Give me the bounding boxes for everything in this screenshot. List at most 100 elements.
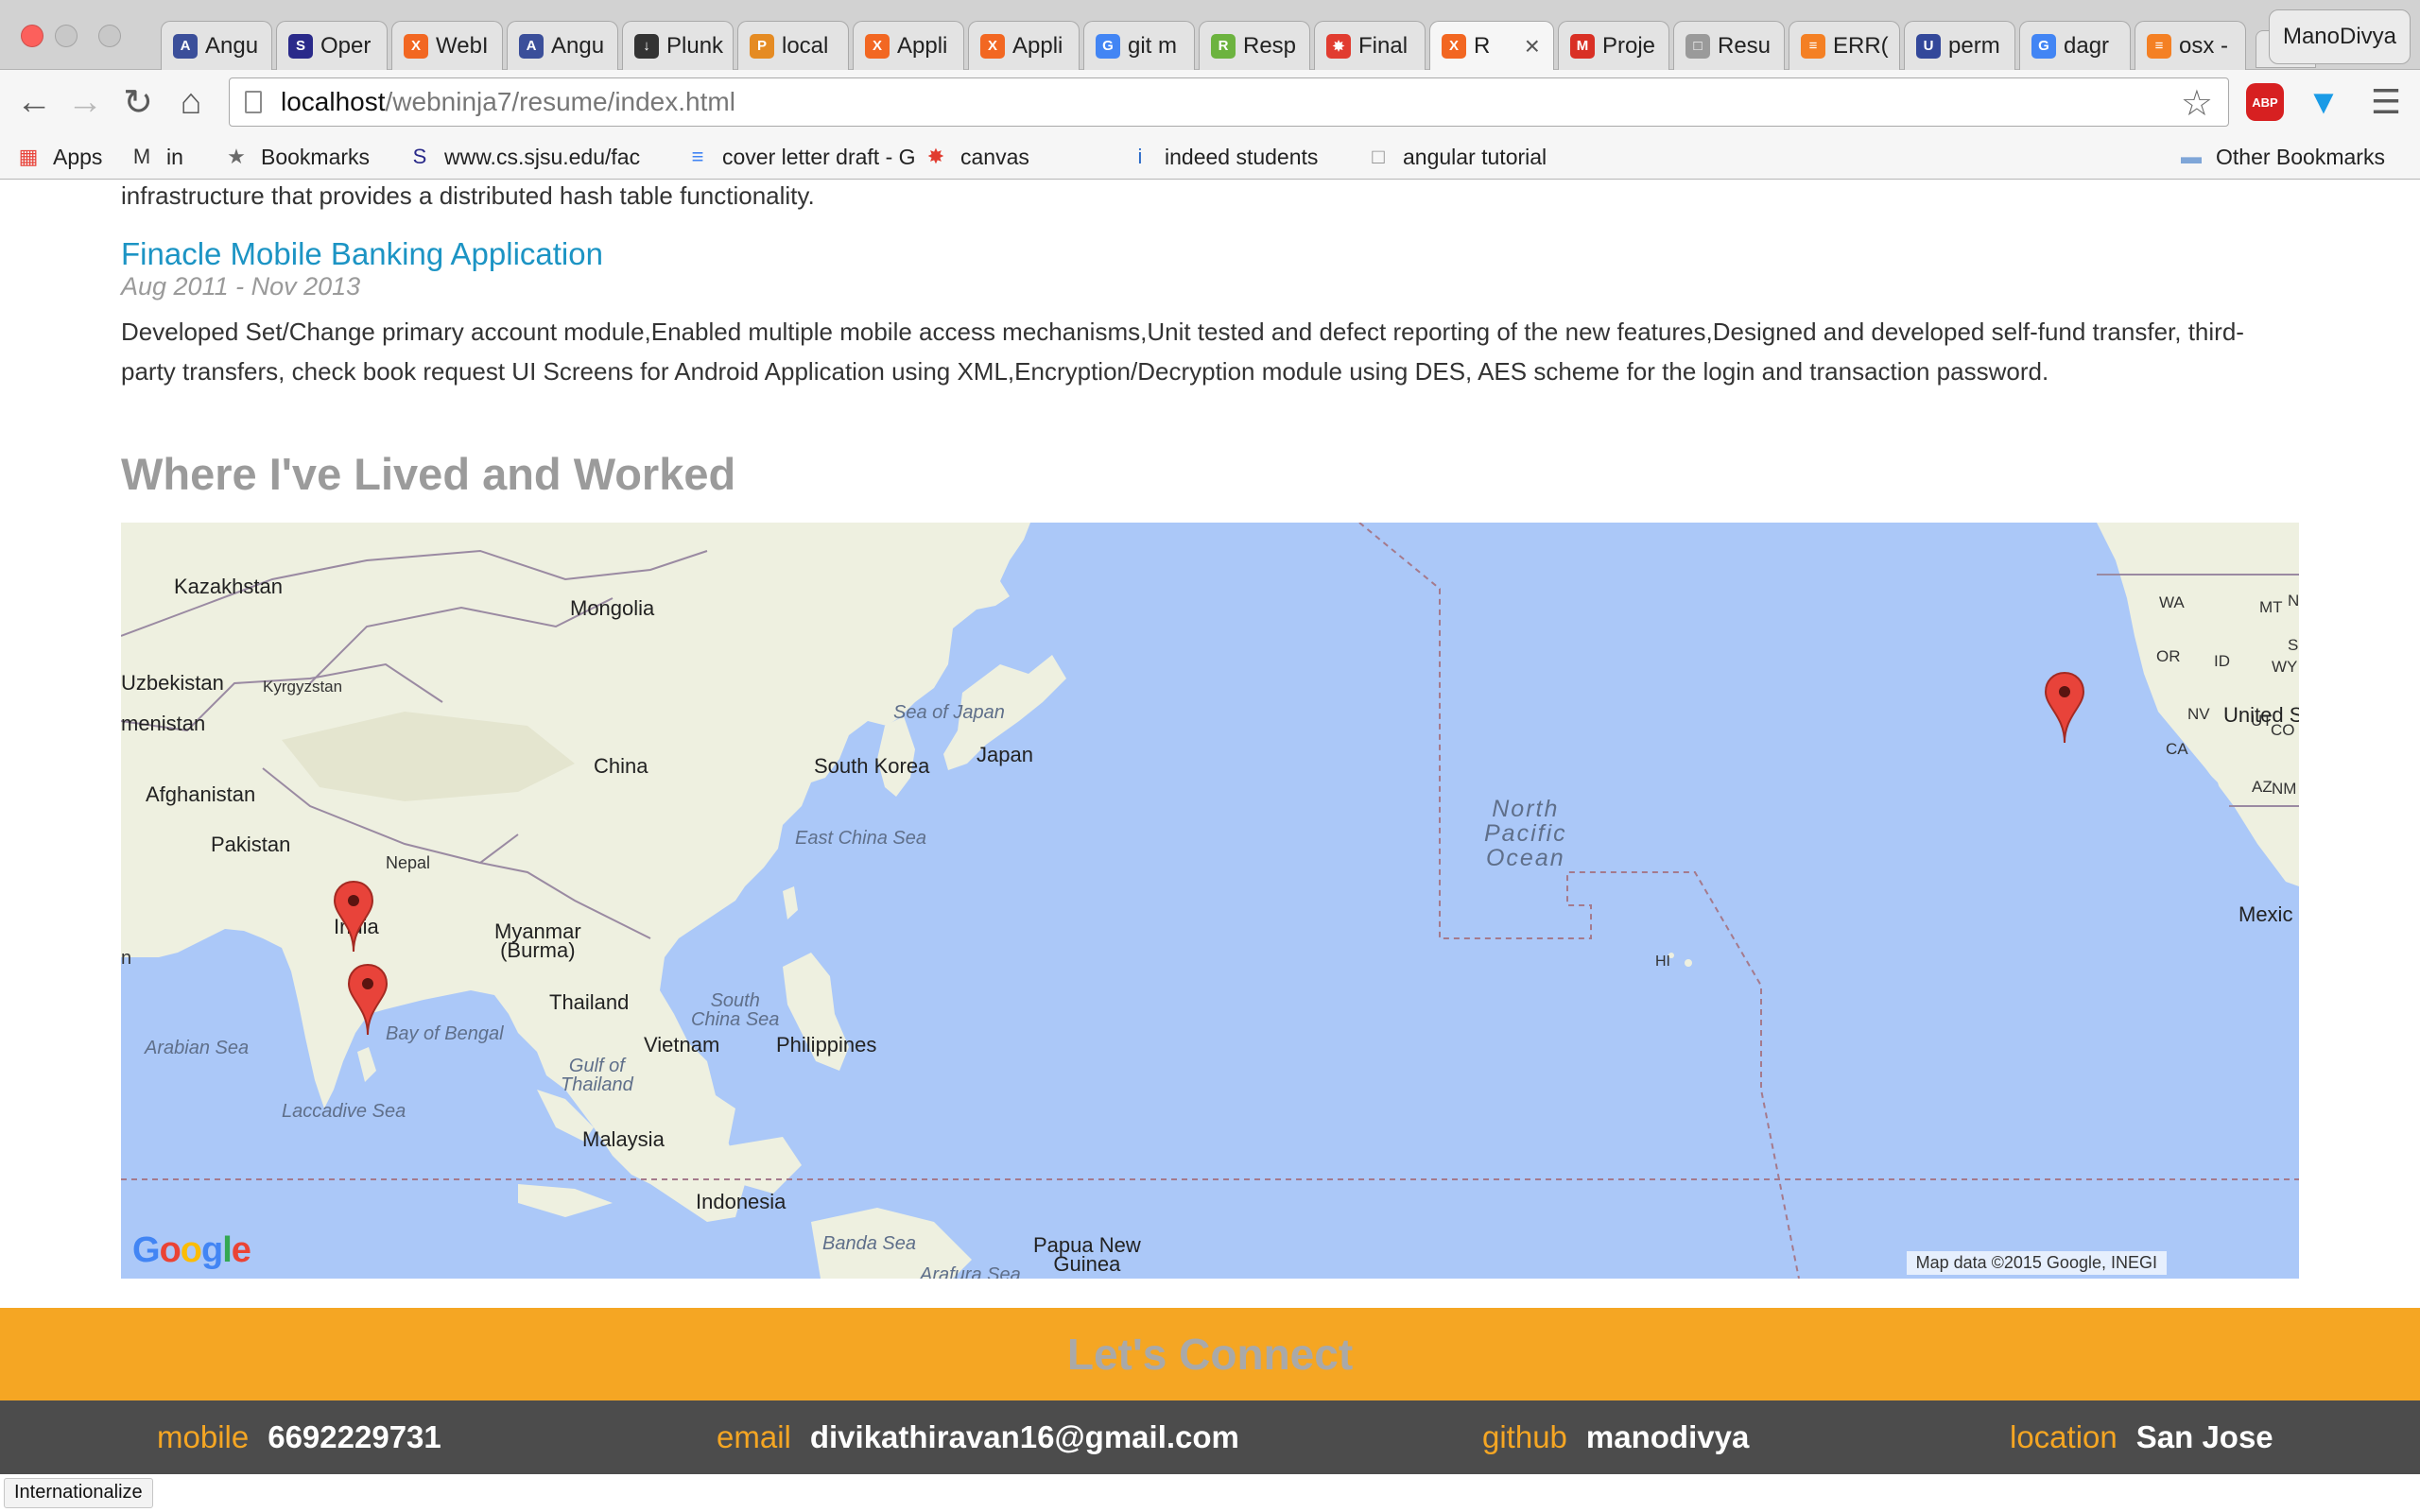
bookmark-item[interactable]: ≡ cover letter draft - G bbox=[684, 134, 916, 180]
bookmark-item[interactable]: Min bbox=[129, 134, 183, 180]
bookmark-label: in bbox=[166, 144, 183, 169]
map-label-banda-sea: Banda Sea bbox=[822, 1233, 916, 1254]
map-label-philippines: Philippines bbox=[776, 1033, 877, 1057]
contact-location-value: San Jose bbox=[2135, 1419, 2273, 1454]
tab-title: Resu bbox=[1718, 32, 1772, 59]
map-label-mexico: Mexic bbox=[2238, 902, 2293, 926]
tab-title: Appli bbox=[1012, 32, 1063, 59]
map-label-az: AZ bbox=[2252, 778, 2273, 796]
bookmark-label: angular tutorial bbox=[1403, 144, 1547, 169]
contact-github-label: github bbox=[1482, 1419, 1567, 1454]
project-title-link[interactable]: Finacle Mobile Banking Application bbox=[121, 236, 603, 272]
map-label-mt: MT bbox=[2259, 598, 2283, 616]
map-label-myanmar: Myanmar (Burma) bbox=[494, 919, 581, 962]
google-logo: Google bbox=[132, 1230, 251, 1270]
map-marker-icon[interactable] bbox=[333, 880, 374, 954]
gmail-icon: M bbox=[1570, 33, 1595, 59]
profile-button[interactable]: ManoDivya bbox=[2269, 9, 2411, 64]
tab-title: dagr bbox=[2064, 32, 2110, 59]
browser-tab[interactable]: Ggit m bbox=[1083, 21, 1195, 70]
bookmark-item[interactable]: □ angular tutorial bbox=[1365, 134, 1547, 180]
browser-tab[interactable]: A Angu bbox=[507, 21, 618, 70]
browser-tab[interactable]: ↓ Plunk bbox=[622, 21, 734, 70]
menu-hamburger-icon[interactable]: ☰ bbox=[2367, 82, 2405, 121]
sjsu-logo-icon: S bbox=[412, 145, 427, 168]
browser-tab[interactable]: ≡ ERR( bbox=[1789, 21, 1900, 70]
contact-mobile-value[interactable]: 6692229731 bbox=[268, 1419, 441, 1455]
shield-extension-icon[interactable]: ▼ bbox=[2305, 82, 2342, 121]
bookmark-item[interactable]: Swww.cs.sjsu.edu/fac bbox=[406, 134, 640, 180]
browser-tab[interactable]: ≡ osx - bbox=[2135, 21, 2246, 70]
map-marker-icon[interactable] bbox=[347, 963, 389, 1037]
contact-location: location San Jose bbox=[2010, 1400, 2273, 1474]
bookmark-label: canvas bbox=[960, 144, 1029, 169]
browser-tab[interactable]: Uperm bbox=[1904, 21, 2015, 70]
map-label-north-pacific-ocean: North Pacific Ocean bbox=[1484, 796, 1567, 871]
browser-tab[interactable]: X Appli bbox=[968, 21, 1080, 70]
bookmark-item[interactable]: ✸ canvas bbox=[923, 134, 1029, 180]
tab-title: Proje bbox=[1602, 32, 1656, 59]
window-close-button[interactable] bbox=[21, 25, 43, 47]
map-label-ca: CA bbox=[2166, 740, 2188, 758]
download-icon: ↓ bbox=[634, 33, 659, 59]
tab-close-icon[interactable]: × bbox=[1525, 31, 1540, 61]
browser-tab[interactable]: X Appli bbox=[853, 21, 964, 70]
tab-title: local bbox=[782, 32, 829, 59]
home-icon[interactable]: ⌂ bbox=[170, 81, 212, 123]
google-map[interactable]: Kazakhstan Mongolia Uzbekistan Kyrgyzsta… bbox=[121, 523, 2299, 1279]
browser-tab[interactable]: X WebI bbox=[391, 21, 503, 70]
xampp-icon: X bbox=[1442, 33, 1466, 59]
bookmark-star-icon[interactable]: ☆ bbox=[2181, 82, 2213, 125]
map-label-id: ID bbox=[2214, 652, 2230, 670]
url-host: localhost bbox=[281, 87, 386, 116]
map-label-east-china-sea: East China Sea bbox=[795, 828, 926, 849]
contact-location-label: location bbox=[2010, 1419, 2118, 1454]
map-label-japan: Japan bbox=[977, 743, 1033, 766]
map-data-credit: Map data ©2015 Google, INEGI bbox=[1906, 1251, 2167, 1275]
bookmark-item[interactable]: ★ Bookmarks bbox=[223, 134, 370, 180]
address-bar[interactable]: localhost/webninja7/resume/index.html ☆ bbox=[229, 77, 2229, 127]
project-dates: Aug 2011 - Nov 2013 bbox=[121, 272, 361, 301]
project-description: Developed Set/Change primary account mod… bbox=[121, 318, 2244, 386]
map-label-bay-of-bengal: Bay of Bengal bbox=[386, 1023, 504, 1044]
reload-icon[interactable]: ↻ bbox=[117, 81, 159, 123]
bookmark-label: www.cs.sjsu.edu/fac bbox=[444, 144, 641, 169]
contact-github-value[interactable]: manodivya bbox=[1586, 1419, 1749, 1455]
browser-tab[interactable]: Gdagr bbox=[2019, 21, 2131, 70]
map-label-edge-s: S bbox=[2288, 636, 2299, 654]
browser-tab[interactable]: □ Resu bbox=[1673, 21, 1785, 70]
apps-grid-icon: ▦ bbox=[18, 145, 39, 168]
bookmark-item[interactable]: ▬ Other Bookmarks bbox=[2178, 134, 2385, 180]
back-arrow-icon[interactable]: ← bbox=[13, 81, 55, 123]
map-label-nv: NV bbox=[2187, 705, 2210, 723]
window-maximize-button[interactable] bbox=[98, 25, 121, 47]
window-minimize-button[interactable] bbox=[55, 25, 78, 47]
bookmarks-bar: ▦ Apps Min ★ Bookmarks Swww.cs.sjsu.edu/fac ≡ c… bbox=[0, 134, 2420, 180]
browser-tab[interactable]: A Angu bbox=[161, 21, 272, 70]
map-label-wy: WY bbox=[2272, 658, 2298, 676]
map-label-turkmenistan: menistan bbox=[121, 712, 206, 735]
browser-tabs: A Angu S Oper X WebI A Angu ↓ Plunk Plocal X Appli X A… bbox=[161, 21, 2316, 70]
contact-bar: mobile 6692229731 email divikathiravan16… bbox=[0, 1400, 2420, 1474]
bookmark-label: Bookmarks bbox=[261, 144, 371, 169]
tab-title: ERR( bbox=[1833, 32, 1889, 59]
forward-arrow-icon[interactable]: → bbox=[64, 81, 106, 123]
map-label-thailand: Thailand bbox=[549, 990, 630, 1014]
xampp-icon: X bbox=[404, 33, 428, 59]
browser-tab[interactable]: ✸ Final bbox=[1314, 21, 1426, 70]
map-label-edge-ne: N bbox=[2288, 592, 2299, 610]
map-marker-icon[interactable] bbox=[2044, 671, 2085, 745]
bookmark-item[interactable]: ▦ Apps bbox=[15, 134, 103, 180]
map-label-united-states: United S bbox=[2223, 703, 2299, 727]
browser-tab[interactable]: R Resp bbox=[1199, 21, 1310, 70]
map-label-china: China bbox=[594, 754, 648, 778]
browser-tab[interactable]: M Proje bbox=[1558, 21, 1669, 70]
browser-tab[interactable]: Plocal bbox=[737, 21, 849, 70]
map-label-arafura-sea: Arafura Sea bbox=[920, 1264, 1021, 1279]
phpmyadmin-icon: P bbox=[750, 33, 774, 59]
browser-tab[interactable]: S Oper bbox=[276, 21, 388, 70]
browser-tab[interactable]: X R × bbox=[1429, 21, 1554, 70]
contact-email-value[interactable]: divikathiravan16@gmail.com bbox=[810, 1419, 1239, 1455]
bookmark-item[interactable]: i indeed students bbox=[1127, 134, 1319, 180]
adblock-plus-icon[interactable]: ABP bbox=[2246, 83, 2284, 121]
